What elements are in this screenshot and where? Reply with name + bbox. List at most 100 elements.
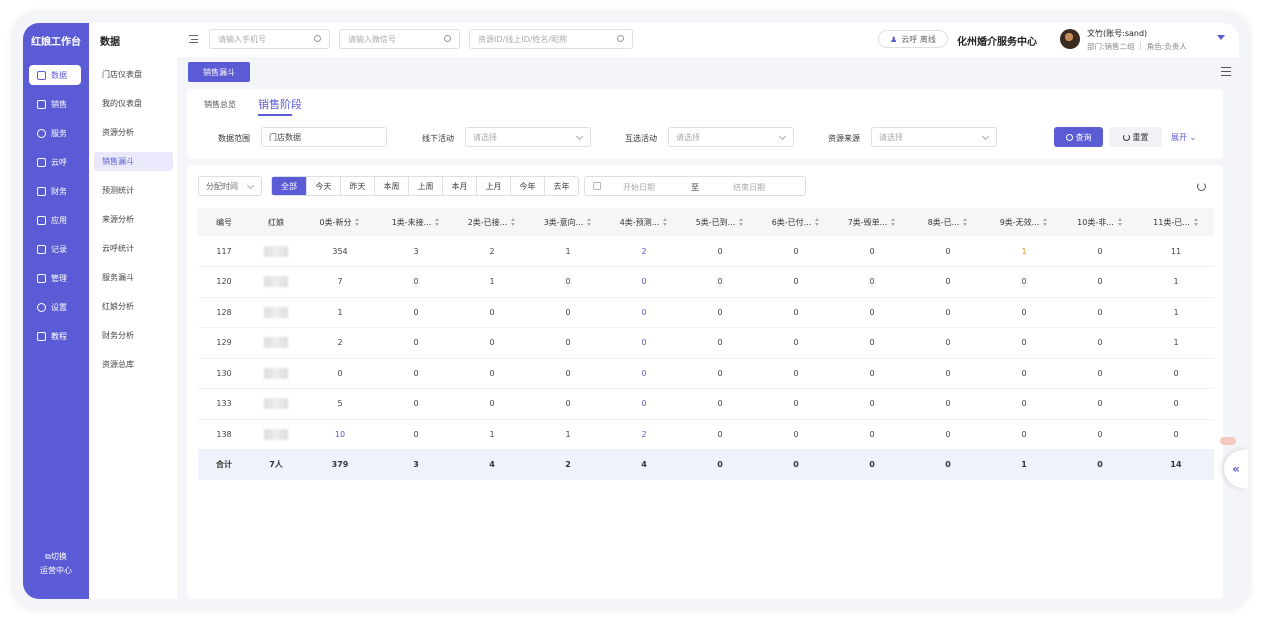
resource-source-select[interactable]: 请选择 [871, 127, 997, 147]
phone-search-input[interactable]: 请输入手机号 [209, 29, 330, 49]
subnav-item[interactable]: 资源分析 [94, 123, 173, 142]
switch-center-button[interactable]: ⧉切换 运营中心 [23, 550, 89, 578]
sidebar-item-data[interactable]: 数据 [29, 65, 81, 85]
collapse-menu-icon[interactable] [189, 35, 198, 43]
count-cell: 7 [302, 266, 378, 298]
count-cell: 0 [606, 266, 682, 298]
column-header-sortable[interactable]: 7类-毁单... [834, 208, 910, 236]
sidebar-item-manage[interactable]: 管理 [29, 268, 81, 288]
scope-input[interactable]: 门店数据 [261, 127, 387, 147]
count-cell: 11 [1138, 236, 1214, 267]
count-cell: 354 [302, 236, 378, 267]
subnav-item[interactable]: 服务漏斗 [94, 268, 173, 287]
count-cell: 0 [682, 266, 758, 298]
offline-activity-label: 线下活动 [422, 134, 454, 143]
column-header-sortable[interactable]: 5类-已到... [682, 208, 758, 236]
query-button[interactable]: 查询 [1054, 127, 1103, 147]
avatar[interactable] [1060, 29, 1080, 49]
start-date-input[interactable]: 开始日期 [623, 182, 655, 193]
column-header-sortable[interactable]: 4类-预测... [606, 208, 682, 236]
tab-sales-stage[interactable]: 销售阶段 [258, 96, 302, 112]
time-type-select[interactable]: 分配时间 [198, 176, 262, 196]
count-cell: 0 [910, 358, 986, 389]
column-header-sortable[interactable]: 10类-非... [1062, 208, 1138, 236]
chevron-down-icon [246, 181, 255, 190]
sidebar-item-finance[interactable]: 财务 [29, 181, 81, 201]
sort-icon[interactable] [1117, 218, 1123, 226]
reset-button[interactable]: 重置 [1109, 127, 1162, 147]
range-last-week[interactable]: 上周 [408, 177, 442, 195]
sidebar-item-yunhu[interactable]: 云呼 [29, 152, 81, 172]
count-cell: 0 [530, 358, 606, 389]
sort-icon[interactable] [663, 218, 668, 226]
scope-label: 数据范围 [218, 134, 250, 143]
sidebar-item-tutorial[interactable]: 教程 [29, 326, 81, 346]
column-header-sortable[interactable]: 6类-已付... [758, 208, 834, 236]
column-header-sortable[interactable]: 2类-已接... [454, 208, 530, 236]
range-this-month[interactable]: 本月 [442, 177, 476, 195]
subnav-item[interactable]: 云呼统计 [94, 239, 173, 258]
column-header-sortable[interactable]: 0类-新分 [302, 208, 378, 236]
matchmaker-name-blurred [250, 388, 302, 420]
subnav-item[interactable]: 来源分析 [94, 210, 173, 229]
range-this-week[interactable]: 本周 [374, 177, 408, 195]
column-header-sortable[interactable]: 3类-意向... [530, 208, 606, 236]
mutual-activity-select[interactable]: 请选择 [668, 127, 794, 147]
subnav-item[interactable]: 资源总库 [94, 355, 173, 374]
column-header-sortable[interactable]: 8类-已... [910, 208, 986, 236]
redacted-name [264, 367, 288, 379]
sort-icon[interactable] [355, 218, 360, 226]
column-header-sortable[interactable]: 11类-已... [1138, 208, 1214, 236]
range-this-year[interactable]: 今年 [510, 177, 544, 195]
range-last-year[interactable]: 去年 [544, 177, 578, 195]
date-range-picker[interactable]: 开始日期 至 结束日期 [584, 176, 806, 196]
sort-icon[interactable] [1193, 218, 1199, 226]
offline-activity-select[interactable]: 请选择 [465, 127, 591, 147]
sidebar-item-service[interactable]: 服务 [29, 123, 81, 143]
sidebar-item-records[interactable]: 记录 [29, 239, 81, 259]
subnav-item[interactable]: 预测统计 [94, 181, 173, 200]
subnav-item[interactable]: 红娘分析 [94, 297, 173, 316]
count-cell: 0 [910, 388, 986, 420]
sort-icon[interactable] [1043, 218, 1048, 226]
column-header-sortable[interactable]: 1类-未接... [378, 208, 454, 236]
sidebar-item-sales[interactable]: 销售 [29, 94, 81, 114]
table-row: 130 0 0 0 0 0 0 0 0 0 0 0 0 [198, 358, 1214, 389]
range-today[interactable]: 今天 [306, 177, 340, 195]
subnav-item[interactable]: 我的仪表盘 [94, 94, 173, 113]
menu-icon[interactable] [1221, 67, 1231, 76]
refresh-icon[interactable] [1197, 182, 1206, 191]
manage-icon [37, 273, 46, 283]
caret-down-icon[interactable] [1217, 35, 1225, 40]
resource-source-label: 资源来源 [828, 134, 860, 143]
count-cell: 0 [910, 327, 986, 359]
wechat-search-input[interactable]: 请输入微信号 [339, 29, 460, 49]
count-cell: 0 [606, 388, 682, 420]
tab-sales-funnel[interactable]: 销售漏斗 [188, 62, 250, 82]
sort-icon[interactable] [435, 218, 440, 226]
sidebar-item-settings[interactable]: 设置 [29, 297, 81, 317]
sort-icon[interactable] [815, 218, 820, 226]
yunhu-status-button[interactable]: ♟ 云呼 离线 [878, 30, 948, 48]
sort-icon[interactable] [511, 218, 516, 226]
range-last-month[interactable]: 上月 [476, 177, 510, 195]
sort-icon[interactable] [739, 218, 744, 226]
user-name: 文竹(账号:sand) [1087, 29, 1148, 38]
column-header-sortable[interactable]: 9类-无效... [986, 208, 1062, 236]
expand-button[interactable]: 展开 ⌄ [1171, 132, 1196, 143]
tab-sales-overview[interactable]: 销售总览 [204, 99, 236, 110]
sort-icon[interactable] [891, 218, 896, 226]
count-cell: 0 [606, 327, 682, 359]
subnav-item[interactable]: 门店仪表盘 [94, 65, 173, 84]
sort-icon[interactable] [963, 218, 968, 226]
subnav-item[interactable]: 财务分析 [94, 326, 173, 345]
range-yesterday[interactable]: 昨天 [340, 177, 374, 195]
sidebar-item-apps[interactable]: 应用 [29, 210, 81, 230]
resource-search-input[interactable]: 资源ID/线上ID/姓名/昵称 [469, 29, 633, 49]
end-date-input[interactable]: 结束日期 [733, 182, 765, 193]
redacted-name [264, 337, 288, 349]
range-all[interactable]: 全部 [272, 177, 306, 195]
sort-icon[interactable] [587, 218, 592, 226]
sub-navigation: 数据 门店仪表盘 我的仪表盘 资源分析 销售漏斗 预测统计 来源分析 云呼统计 … [89, 23, 177, 599]
subnav-item-active[interactable]: 销售漏斗 [94, 152, 173, 171]
